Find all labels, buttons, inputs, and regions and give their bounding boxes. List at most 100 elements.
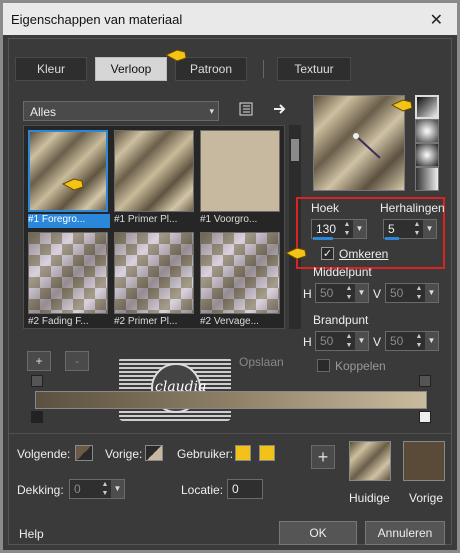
cancel-button[interactable]: Annuleren <box>365 521 445 545</box>
tab-divider <box>263 60 264 78</box>
pointer-hand-icon <box>391 99 413 112</box>
vorige-swatch[interactable] <box>145 445 163 461</box>
title-bar: Eigenschappen van materiaal ✕ <box>3 3 457 35</box>
locatie-label: Locatie: <box>181 483 224 497</box>
gradient-item[interactable]: #1 Voorgro... <box>198 128 284 230</box>
mid-v-value: 50 <box>390 286 404 300</box>
opslaan-button[interactable]: Opslaan <box>239 355 284 369</box>
dekking-label: Dekking: <box>17 483 64 497</box>
brand-h-spinner[interactable]: 50 ▲ ▼ ▼ <box>315 331 369 351</box>
brand-v-label: V <box>373 335 382 349</box>
color-stop-bottom-right[interactable] <box>419 411 431 423</box>
locatie-input[interactable]: 0 <box>227 479 263 499</box>
pointer-hand-icon <box>285 247 307 260</box>
brand-v-spinner[interactable]: 50 ▲ ▼ ▼ <box>385 331 439 351</box>
add-stop-button[interactable]: + <box>27 351 51 371</box>
chevron-down-icon[interactable]: ▼ <box>353 220 366 238</box>
divider <box>9 433 451 434</box>
spin-arrows-icon[interactable]: ▲ ▼ <box>344 284 354 302</box>
mid-h-spinner[interactable]: 50 ▲ ▼ ▼ <box>315 283 369 303</box>
chevron-down-icon[interactable]: ▼ <box>111 480 124 498</box>
close-icon[interactable]: ✕ <box>430 10 443 30</box>
chevron-down-icon[interactable]: ▼ <box>423 220 436 238</box>
tab-bar: Kleur Verloop Patroon Textuur <box>15 57 441 81</box>
chevron-down-icon[interactable]: ▼ <box>425 284 438 302</box>
dekking-spinner[interactable]: 0 ▲ ▼ ▼ <box>69 479 125 499</box>
gebruiker-swatch-2[interactable] <box>259 445 275 461</box>
omkeren-checkbox[interactable]: ✓ <box>321 247 334 260</box>
brand-v-value: 50 <box>390 334 404 348</box>
hoek-slider-fill <box>313 237 333 240</box>
chevron-down-icon[interactable]: ▼ <box>425 332 438 350</box>
vorige-material-label: Vorige <box>409 491 444 505</box>
mid-v-label: V <box>373 287 382 301</box>
gradient-editor-bar[interactable] <box>35 391 427 409</box>
huidige-label: Huidige <box>349 491 390 505</box>
spin-arrows-icon[interactable]: ▲ ▼ <box>414 332 424 350</box>
huidige-swatch[interactable] <box>349 441 391 481</box>
gradient-item[interactable]: #2 Primer Pl... <box>112 230 198 328</box>
volgende-swatch[interactable] <box>75 445 93 461</box>
remove-stop-button[interactable]: - <box>65 351 89 371</box>
tab-verloop[interactable]: Verloop <box>95 57 167 81</box>
gebruiker-swatch-1[interactable] <box>235 445 251 461</box>
gradient-item[interactable]: #2 Vervage... <box>198 230 284 328</box>
spin-arrows-icon[interactable]: ▲ ▼ <box>100 480 110 498</box>
koppelen-label: Koppelen <box>335 359 386 373</box>
pointer-hand-icon <box>62 178 84 191</box>
category-select[interactable]: Alles ▾ <box>23 101 219 121</box>
material-properties-dialog: Kleur Verloop Patroon Textuur Alles ▾ #1… <box>8 38 452 545</box>
gradient-caption: #1 Primer Pl... <box>114 214 178 225</box>
vorige-label: Vorige: <box>105 447 143 461</box>
window-title: Eigenschappen van materiaal <box>11 12 183 27</box>
gradient-thumbnail <box>200 130 280 212</box>
arrow-right-icon[interactable] <box>271 101 289 119</box>
herhalingen-value: 5 <box>388 222 395 236</box>
brand-h-value: 50 <box>320 334 334 348</box>
omkeren-label: Omkeren <box>339 247 389 261</box>
category-value: Alles <box>30 105 57 119</box>
gradient-thumbnail <box>28 130 108 212</box>
linear-gradient-button[interactable] <box>415 95 439 119</box>
chevron-down-icon: ▾ <box>209 106 214 116</box>
help-link[interactable]: Help <box>19 527 44 541</box>
pointer-hand-icon <box>165 49 187 62</box>
hoek-spinner[interactable]: 130 ▲ ▼ ▼ <box>311 219 367 239</box>
list-view-icon[interactable] <box>237 101 255 119</box>
color-stop-top-left[interactable] <box>31 375 43 387</box>
herhalingen-spinner[interactable]: 5 ▲ ▼ ▼ <box>383 219 437 239</box>
ok-button[interactable]: OK <box>279 521 357 545</box>
tab-textuur[interactable]: Textuur <box>277 57 351 81</box>
gradient-item[interactable]: #1 Primer Pl... <box>112 128 198 230</box>
koppelen-checkbox[interactable] <box>317 359 330 372</box>
sunburst-gradient-button[interactable] <box>415 167 439 191</box>
spin-arrows-icon[interactable]: ▲ ▼ <box>344 332 354 350</box>
brandpunt-label: Brandpunt <box>313 313 369 327</box>
dekking-value: 0 <box>74 482 81 496</box>
add-material-button[interactable]: + <box>311 445 335 469</box>
mid-h-label: H <box>303 287 312 301</box>
vorige-material-swatch[interactable] <box>403 441 445 481</box>
gradient-item[interactable]: #2 Fading F... <box>26 230 112 328</box>
spin-arrows-icon[interactable]: ▲ ▼ <box>342 220 352 238</box>
herhalingen-label: Herhalingen <box>380 201 445 215</box>
mid-v-spinner[interactable]: 50 ▲ ▼ ▼ <box>385 283 439 303</box>
color-stop-bottom-left[interactable] <box>31 411 43 423</box>
spin-arrows-icon[interactable]: ▲ ▼ <box>412 220 422 238</box>
rectangular-gradient-button[interactable] <box>415 119 439 143</box>
chevron-down-icon[interactable]: ▼ <box>355 332 368 350</box>
tab-kleur[interactable]: Kleur <box>15 57 87 81</box>
brand-h-label: H <box>303 335 312 349</box>
scrollbar-thumb[interactable] <box>291 139 299 161</box>
hoek-value: 130 <box>316 222 337 236</box>
radial-gradient-button[interactable] <box>415 143 439 167</box>
volgende-label: Volgende: <box>17 447 71 461</box>
herhalingen-slider-fill <box>385 237 399 240</box>
color-stop-top-right[interactable] <box>419 375 431 387</box>
angle-handle-icon[interactable] <box>350 132 390 162</box>
middelpunt-label: Middelpunt <box>313 265 372 279</box>
mid-h-value: 50 <box>320 286 334 300</box>
chevron-down-icon[interactable]: ▼ <box>355 284 368 302</box>
spin-arrows-icon[interactable]: ▲ ▼ <box>414 284 424 302</box>
gradient-caption: #1 Foregro... <box>28 214 110 228</box>
